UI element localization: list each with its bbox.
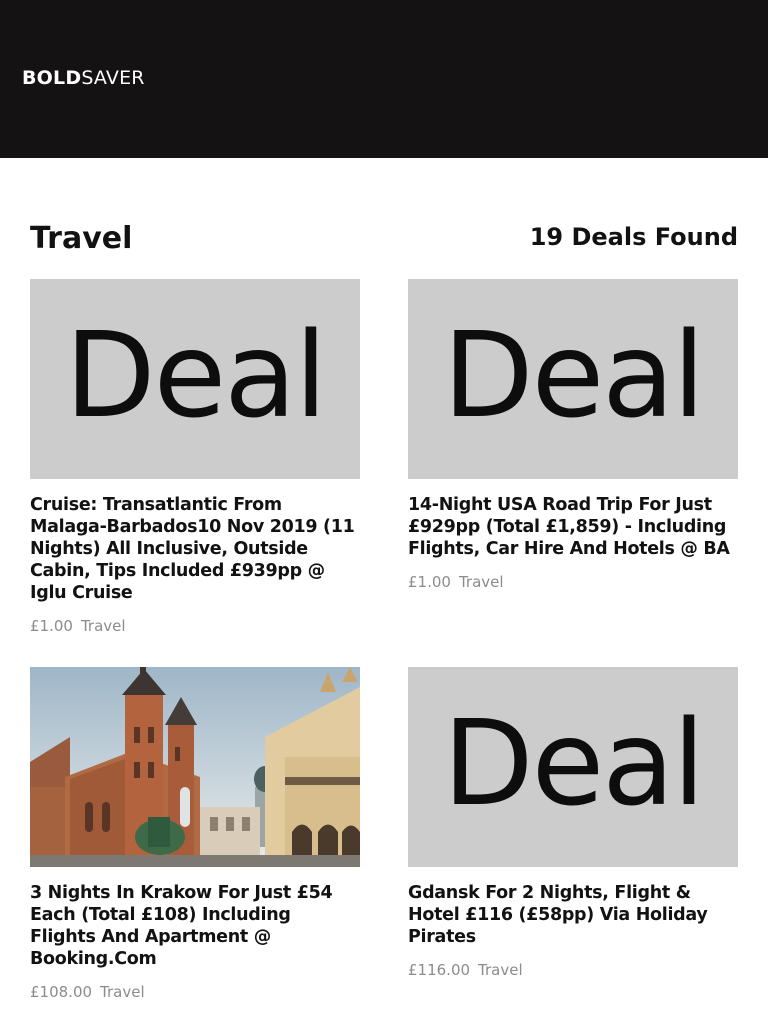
deal-category-link[interactable]: Travel <box>81 617 126 635</box>
deal-card[interactable]: Deal 14-Night USA Road Trip For Just £92… <box>408 279 738 592</box>
krakow-photo[interactable] <box>30 667 360 867</box>
deal-price: £1.00 <box>408 573 451 591</box>
deal-meta: £1.00 Travel <box>30 616 360 636</box>
deal-card[interactable]: Deal Gdansk For 2 Nights, Flight & Hotel… <box>408 667 738 980</box>
deal-card[interactable]: 3 Nights In Krakow For Just £54 Each (To… <box>30 667 360 1002</box>
deal-placeholder-text: Deal <box>442 306 706 444</box>
deal-placeholder-text: Deal <box>442 694 706 832</box>
deal-placeholder-image[interactable]: Deal <box>408 279 738 479</box>
deal-meta: £108.00 Travel <box>30 982 360 1002</box>
deal-meta: £116.00 Travel <box>408 960 738 980</box>
deal-card[interactable]: Deal Cruise: Transatlantic From Malaga-B… <box>30 279 360 636</box>
deal-placeholder-image[interactable]: Deal <box>30 279 360 479</box>
page-title: Travel <box>30 221 133 256</box>
site-logo[interactable]: BOLDSAVER <box>22 66 145 90</box>
logo-bold-text: BOLD <box>22 67 82 89</box>
deal-placeholder-image[interactable]: Deal <box>408 667 738 867</box>
deal-count: 19 Deals Found <box>529 223 738 251</box>
deal-placeholder-text: Deal <box>64 306 328 444</box>
deal-meta: £1.00 Travel <box>408 572 738 592</box>
deal-price: £108.00 <box>30 983 93 1001</box>
site-header: BOLDSAVER <box>0 0 768 158</box>
deal-category-link[interactable]: Travel <box>459 573 504 591</box>
deal-title[interactable]: Cruise: Transatlantic From Malaga-Barbad… <box>30 494 360 604</box>
deal-price: £116.00 <box>408 961 471 979</box>
deal-title[interactable]: 14-Night USA Road Trip For Just £929pp (… <box>408 494 738 560</box>
deal-category-link[interactable]: Travel <box>100 983 145 1001</box>
deal-title[interactable]: 3 Nights In Krakow For Just £54 Each (To… <box>30 882 360 970</box>
deal-category-link[interactable]: Travel <box>478 961 523 979</box>
deal-title[interactable]: Gdansk For 2 Nights, Flight & Hotel £116… <box>408 882 738 948</box>
deal-price: £1.00 <box>30 617 73 635</box>
logo-light-text: SAVER <box>81 67 145 89</box>
category-header: Travel 19 Deals Found <box>30 220 738 260</box>
krakow-photo-illustration <box>30 667 360 867</box>
